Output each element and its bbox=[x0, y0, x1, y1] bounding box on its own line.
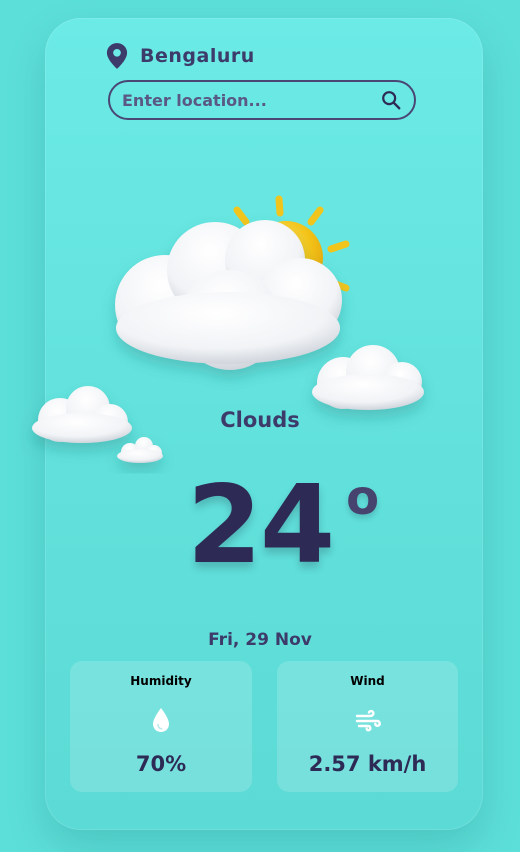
location-search-input[interactable] bbox=[122, 82, 378, 118]
humidity-value: 70% bbox=[135, 752, 187, 776]
temperature-display: 24 o bbox=[0, 472, 520, 580]
humidity-card: Humidity 70% bbox=[70, 661, 252, 792]
map-pin-icon bbox=[106, 43, 128, 69]
location-search-box[interactable] bbox=[108, 80, 416, 120]
weather-condition: Clouds bbox=[220, 408, 300, 432]
degree-symbol: o bbox=[346, 470, 379, 526]
search-icon bbox=[382, 91, 401, 110]
search-button[interactable] bbox=[378, 87, 404, 113]
humidity-title: Humidity bbox=[130, 674, 192, 688]
city-name: Bengaluru bbox=[140, 45, 255, 67]
temperature-number: 24 bbox=[186, 463, 335, 588]
wind-card: Wind 2.57 km/h bbox=[277, 661, 458, 792]
temperature-value: 24 o bbox=[187, 472, 379, 580]
wind-title: Wind bbox=[350, 674, 385, 688]
wind-value: 2.57 km/h bbox=[308, 752, 427, 776]
location-header: Bengaluru bbox=[106, 40, 255, 72]
wind-icon bbox=[355, 709, 381, 732]
current-date: Fri, 29 Nov bbox=[208, 630, 312, 650]
water-drop-icon bbox=[153, 708, 169, 732]
